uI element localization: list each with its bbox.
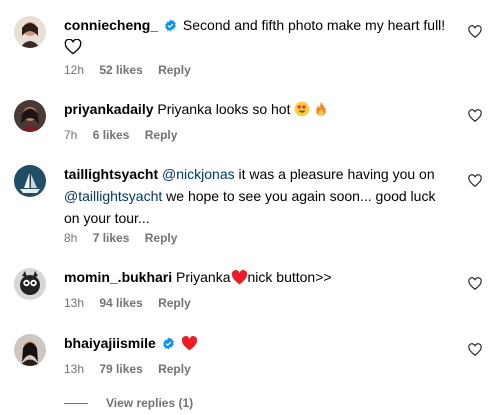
avatar-taillightsyacht[interactable] xyxy=(14,165,46,197)
like-heart-icon[interactable] xyxy=(468,109,482,123)
reply-button[interactable]: Reply xyxy=(158,296,191,310)
heart-eyes-emoji-icon xyxy=(295,101,310,117)
comment-text: Second and fifth photo make my heart ful… xyxy=(182,17,446,33)
avatar-priyankadaily[interactable] xyxy=(14,100,46,132)
likes-count[interactable]: 7 likes xyxy=(93,231,130,245)
likes-count[interactable]: 79 likes xyxy=(99,362,142,376)
comment-time: 7h xyxy=(64,128,78,142)
likes-count[interactable]: 52 likes xyxy=(99,63,142,77)
comment-time: 12h xyxy=(64,63,85,77)
comment-meta: 13h 79 likes Reply xyxy=(64,362,203,376)
comment-body: taillightsyacht @nickjonas it was a plea… xyxy=(64,163,452,229)
reply-button[interactable]: Reply xyxy=(145,231,178,245)
likes-count[interactable]: 94 likes xyxy=(99,296,142,310)
mention-nickjonas[interactable]: @nickjonas xyxy=(162,166,235,182)
username[interactable]: priyankadaily xyxy=(64,101,154,117)
comment-text-after: nick button>> xyxy=(247,269,332,285)
comment-text: it was a pleasure having you on xyxy=(234,166,435,182)
like-heart-icon[interactable] xyxy=(468,277,482,291)
reply-button[interactable]: Reply xyxy=(145,128,178,142)
comment-meta: 12h 52 likes Reply xyxy=(64,63,203,77)
verified-badge-icon xyxy=(165,19,176,32)
comment-meta: 7h 6 likes Reply xyxy=(64,128,189,142)
like-heart-icon[interactable] xyxy=(468,343,482,357)
comment-time: 8h xyxy=(64,231,78,245)
comment-body: bhaiyajiismile xyxy=(64,332,452,354)
likes-count[interactable]: 6 likes xyxy=(93,128,130,142)
view-replies-label[interactable]: View replies (1) xyxy=(106,396,193,410)
like-heart-icon[interactable] xyxy=(468,25,482,39)
username[interactable]: taillightsyacht xyxy=(64,166,158,182)
username[interactable]: conniecheng_ xyxy=(64,17,158,33)
comment-body: conniecheng_ Second and fifth photo make… xyxy=(64,14,452,58)
replies-divider-line xyxy=(64,403,88,405)
comment-time: 13h xyxy=(64,296,85,310)
comment-time: 13h xyxy=(64,362,85,376)
heart-emoji-icon xyxy=(231,270,247,285)
comment-text-before: Priyanka xyxy=(176,269,231,285)
username[interactable]: bhaiyajiismile xyxy=(64,335,156,351)
verified-badge-icon xyxy=(162,337,174,350)
comment-meta: 13h 94 likes Reply xyxy=(64,296,203,310)
avatar-conniecheng[interactable] xyxy=(14,16,46,48)
fire-emoji-icon xyxy=(316,101,327,116)
comment-body: priyankadaily Priyanka looks so hot xyxy=(64,98,452,120)
comment-meta: 8h 7 likes Reply xyxy=(64,231,189,245)
comment-body: momin_.bukhari Priyanka nick button>> xyxy=(64,266,452,288)
heart-outline-icon xyxy=(64,39,82,55)
username[interactable]: momin_.bukhari xyxy=(64,269,172,285)
reply-button[interactable]: Reply xyxy=(158,362,191,376)
like-heart-icon[interactable] xyxy=(468,174,482,188)
avatar-bhaiyajiismile[interactable] xyxy=(14,334,46,366)
comment-text: Priyanka looks so hot xyxy=(157,101,291,117)
heart-emoji-icon xyxy=(181,336,197,351)
mention-taillightsyacht[interactable]: @taillightsyacht xyxy=(64,188,162,204)
reply-button[interactable]: Reply xyxy=(158,63,191,77)
avatar-momin-bukhari[interactable] xyxy=(14,268,46,300)
view-replies-button[interactable]: View replies (1) xyxy=(64,396,193,410)
